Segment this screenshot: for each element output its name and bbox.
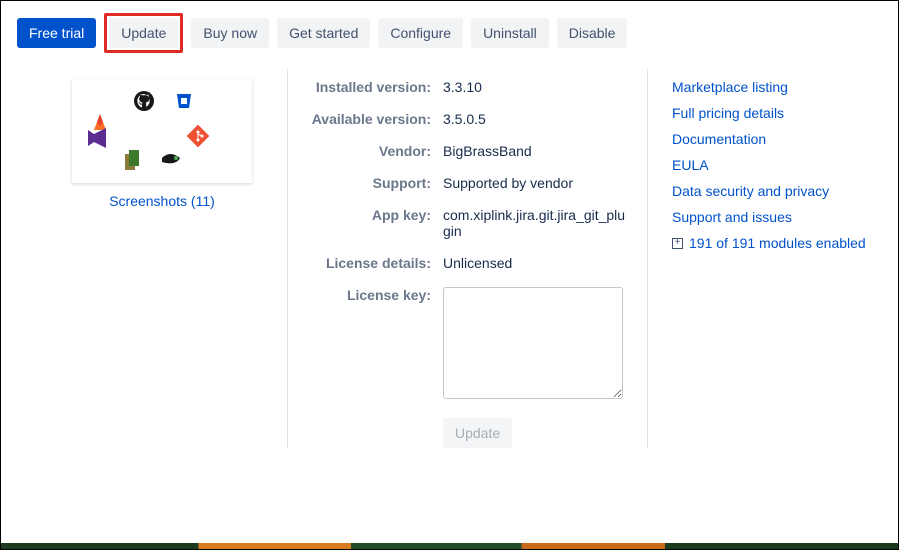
license-key-row: License key: xyxy=(288,287,627,402)
screenshots-panel: Screenshots (11) xyxy=(17,69,287,448)
footer-decoration xyxy=(1,543,898,549)
appkey-value: com.xiplink.jira.git.jira_git_plugin xyxy=(443,207,627,239)
installed-version-row: Installed version: 3.3.10 xyxy=(288,79,627,95)
update-button[interactable]: Update xyxy=(109,18,178,48)
support-row: Support: Supported by vendor xyxy=(288,175,627,191)
vendor-value: BigBrassBand xyxy=(443,143,532,159)
license-update-button[interactable]: Update xyxy=(443,418,512,448)
modules-toggle[interactable]: + 191 of 191 modules enabled xyxy=(672,235,882,251)
configure-button[interactable]: Configure xyxy=(378,18,463,48)
data-security-link[interactable]: Data security and privacy xyxy=(672,183,882,199)
installed-version-label: Installed version: xyxy=(288,79,443,95)
vendor-row: Vendor: BigBrassBand xyxy=(288,143,627,159)
vendor-label: Vendor: xyxy=(288,143,443,159)
license-details-label: License details: xyxy=(288,255,443,271)
screenshots-link[interactable]: Screenshots (11) xyxy=(109,193,215,209)
installed-version-value: 3.3.10 xyxy=(443,79,482,95)
get-started-button[interactable]: Get started xyxy=(277,18,370,48)
modules-link[interactable]: 191 of 191 modules enabled xyxy=(689,235,866,251)
uninstall-button[interactable]: Uninstall xyxy=(471,18,549,48)
links-panel: Marketplace listing Full pricing details… xyxy=(647,69,882,448)
action-toolbar: Free trial Update Buy now Get started Co… xyxy=(1,1,898,61)
buy-now-button[interactable]: Buy now xyxy=(191,18,269,48)
available-version-label: Available version: xyxy=(288,111,443,127)
disable-button[interactable]: Disable xyxy=(557,18,628,48)
license-details-row: License details: Unlicensed xyxy=(288,255,627,271)
support-label: Support: xyxy=(288,175,443,191)
license-key-label: License key: xyxy=(288,287,443,303)
details-panel: Installed version: 3.3.10 Available vers… xyxy=(287,69,647,448)
documentation-link[interactable]: Documentation xyxy=(672,131,882,147)
update-highlight: Update xyxy=(104,13,183,53)
available-version-row: Available version: 3.5.0.5 xyxy=(288,111,627,127)
integrations-icon xyxy=(82,86,242,176)
marketplace-link[interactable]: Marketplace listing xyxy=(672,79,882,95)
license-details-value: Unlicensed xyxy=(443,255,512,271)
content-area: Screenshots (11) Installed version: 3.3.… xyxy=(1,61,898,464)
free-trial-button[interactable]: Free trial xyxy=(17,18,96,48)
available-version-value: 3.5.0.5 xyxy=(443,111,486,127)
support-value: Supported by vendor xyxy=(443,175,573,191)
license-key-input[interactable] xyxy=(443,287,623,399)
support-issues-link[interactable]: Support and issues xyxy=(672,209,882,225)
screenshot-thumbnail[interactable] xyxy=(72,79,252,183)
appkey-label: App key: xyxy=(288,207,443,223)
eula-link[interactable]: EULA xyxy=(672,157,882,173)
appkey-row: App key: com.xiplink.jira.git.jira_git_p… xyxy=(288,207,627,239)
expand-icon: + xyxy=(672,238,683,249)
pricing-link[interactable]: Full pricing details xyxy=(672,105,882,121)
